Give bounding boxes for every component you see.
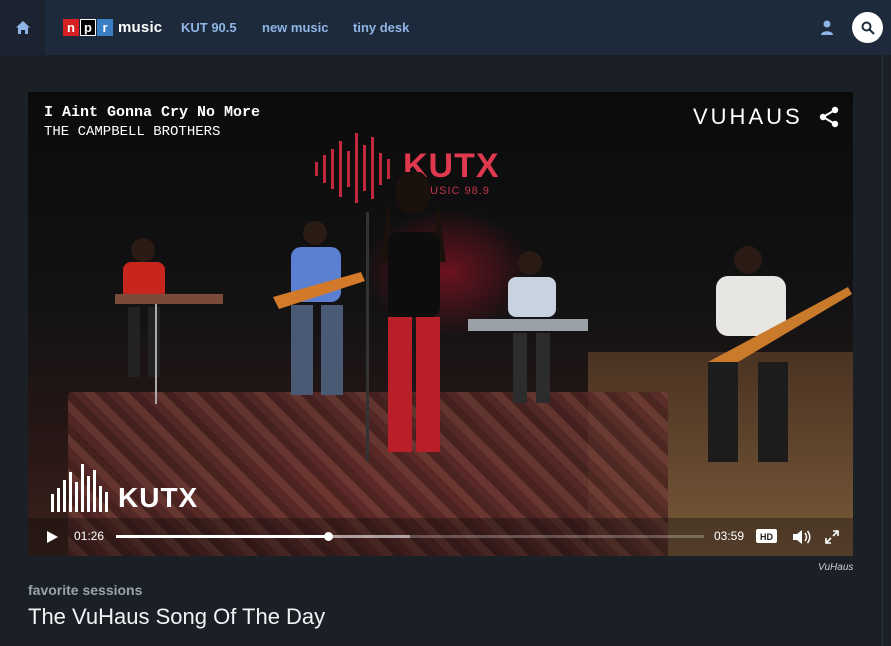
performer-vocalist [366, 172, 446, 462]
performer-bassist [708, 246, 852, 462]
section-label[interactable]: favorite sessions [28, 582, 142, 598]
scrubber-handle[interactable] [323, 532, 333, 541]
performer-guitarist-blue [273, 221, 365, 395]
kutx-watermark: KUTX [50, 462, 198, 514]
page-title: The VuHaus Song Of The Day [28, 604, 326, 629]
progress-fill [116, 535, 328, 538]
progress-track[interactable] [116, 532, 704, 541]
artist-name: THE CAMPBELL BROTHERS [44, 124, 221, 140]
performer-steel-guitar-left [115, 238, 223, 404]
hd-toggle[interactable]: HD [756, 529, 777, 543]
top-navigation-bar: n p r music KUT 90.5 new music tiny desk [0, 0, 891, 55]
npr-music-logo[interactable]: n p r music [63, 15, 162, 39]
song-title: I Aint Gonna Cry No More [44, 104, 261, 121]
search-icon [861, 21, 875, 35]
kutx-soundwave-icon [51, 464, 108, 512]
video-player[interactable]: KUTX MUSIC 98.9 I Aint Gonna Cry No More… [28, 92, 853, 556]
nav-link-new-music[interactable]: new music [262, 20, 328, 35]
nav-link-kut[interactable]: KUT 90.5 [181, 20, 237, 35]
video-credit: VuHaus [818, 562, 854, 573]
fullscreen-icon[interactable] [824, 529, 840, 545]
nav-link-tiny-desk[interactable]: tiny desk [353, 20, 409, 35]
player-controls: 01:26 03:59 HD [28, 518, 853, 556]
npr-logo-p: p [80, 18, 96, 36]
kutx-watermark-text: KUTX [118, 482, 199, 513]
music-wordmark: music [118, 18, 163, 36]
share-icon[interactable] [818, 106, 840, 128]
user-icon[interactable] [818, 19, 836, 37]
search-button[interactable] [852, 12, 883, 43]
play-icon[interactable] [45, 530, 59, 544]
current-time: 01:26 [74, 529, 105, 543]
npr-logo-n: n [63, 18, 79, 36]
home-button[interactable] [0, 0, 45, 55]
npr-logo-r: r [97, 18, 113, 36]
performer-steel-guitar-center [468, 251, 588, 403]
duration: 03:59 [714, 529, 745, 543]
right-divider [882, 55, 883, 646]
vuhaus-logo[interactable]: VUHAUS [693, 104, 803, 130]
home-icon [15, 21, 30, 34]
volume-icon[interactable] [792, 529, 812, 545]
